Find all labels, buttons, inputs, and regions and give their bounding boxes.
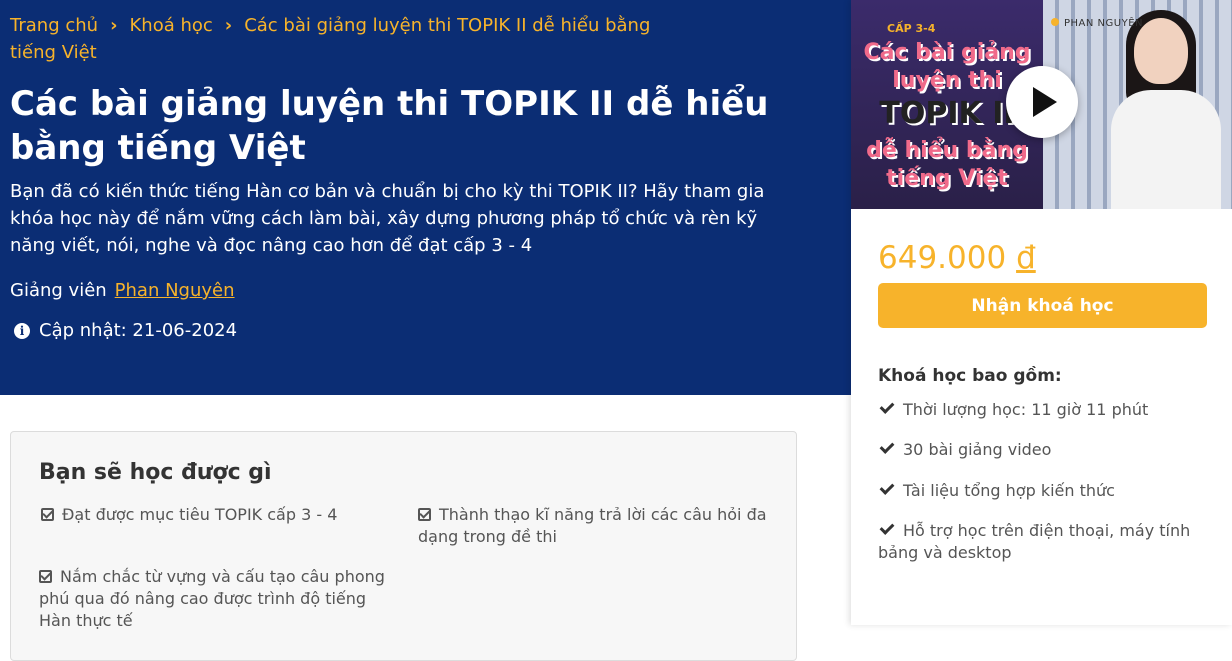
purchase-sidebar: CẤP 3-4 Các bài giảng luyện thi TOPIK II… (851, 0, 1232, 625)
info-icon: i (14, 323, 30, 339)
includes-item: Hỗ trợ học trên điện thoại, máy tính bản… (878, 520, 1208, 564)
breadcrumb-current-link[interactable]: Các bài giảng luyện thi TOPIK II dễ hiểu… (10, 15, 650, 63)
thumbnail-title-line: Các bài giảng (863, 40, 1031, 65)
course-hero: Trang chủ › Khoá học › Các bài giảng luyện t… (0, 0, 851, 395)
instructor-photo (1101, 10, 1221, 209)
breadcrumb: Trang chủ › Khoá học › Các bài giảng luyện t… (10, 12, 700, 66)
chevron-right-icon: › (224, 15, 233, 36)
price-amount: 649.000 (878, 240, 1007, 276)
checkbox-checked-icon (418, 508, 431, 521)
checkmark-icon (879, 520, 895, 535)
breadcrumb-courses-link[interactable]: Khoá học (129, 15, 212, 36)
learn-outcomes-box: Bạn sẽ học được gì Đạt được mục tiêu TOP… (10, 431, 797, 661)
learn-outcomes-title: Bạn sẽ học được gì (39, 460, 272, 485)
includes-item: Thời lượng học: 11 giờ 11 phút (878, 399, 1208, 421)
includes-item-text: Thời lượng học: 11 giờ 11 phút (903, 400, 1149, 419)
checkmark-icon (879, 480, 895, 495)
learn-item-text: Thành thạo kĩ năng trả lời các câu hỏi đ… (418, 505, 767, 546)
checkmark-icon (879, 439, 895, 454)
updated-row: i Cập nhật: 21-06-2024 (14, 318, 237, 344)
play-icon[interactable] (1006, 66, 1078, 138)
includes-item-text: Hỗ trợ học trên điện thoại, máy tính bản… (878, 521, 1191, 562)
checkbox-checked-icon (41, 508, 54, 521)
chevron-right-icon: › (110, 15, 118, 36)
includes-item: 30 bài giảng video (878, 439, 1208, 461)
checkmark-icon (879, 399, 895, 414)
includes-title: Khoá học bao gồm: (878, 366, 1062, 386)
learn-item-text: Đạt được mục tiêu TOPIK cấp 3 - 4 (62, 505, 338, 524)
price-currency: đ (1016, 240, 1036, 276)
includes-item-text: 30 bài giảng video (903, 440, 1052, 459)
updated-date: Cập nhật: 21-06-2024 (39, 320, 238, 341)
learn-item-text: Nắm chắc từ vựng và cấu tạo câu phong ph… (39, 567, 385, 630)
includes-item-text: Tài liệu tổng hợp kiến thức (903, 481, 1115, 500)
includes-item: Tài liệu tổng hợp kiến thức (878, 480, 1208, 502)
instructor-label: Giảng viên (10, 280, 107, 301)
instructor-row: Giảng viên Phan Nguyên (10, 278, 235, 304)
instructor-link[interactable]: Phan Nguyên (115, 280, 235, 301)
enroll-button[interactable]: Nhận khoá học (878, 283, 1207, 328)
thumbnail-title-line: tiếng Việt (886, 166, 1008, 191)
course-title: Các bài giảng luyện thi TOPIK II dễ hiểu… (10, 84, 769, 168)
thumbnail-level: CẤP 3-4 (887, 22, 936, 35)
learn-item: Nắm chắc từ vựng và cấu tạo câu phong ph… (39, 566, 394, 632)
thumbnail-author: PHAN NGUYÊN (1051, 18, 1143, 29)
thumbnail-title-line: dễ hiểu bằng (866, 138, 1028, 163)
learn-item: Đạt được mục tiêu TOPIK cấp 3 - 4 (41, 504, 381, 526)
breadcrumb-home-link[interactable]: Trang chủ (10, 15, 98, 36)
learn-item: Thành thạo kĩ năng trả lời các câu hỏi đ… (418, 504, 778, 548)
course-price: 649.000 đ (878, 240, 1036, 276)
checkbox-checked-icon (39, 570, 52, 583)
course-description: Bạn đã có kiến thức tiếng Hàn cơ bản và … (10, 181, 765, 256)
course-preview-video[interactable]: CẤP 3-4 Các bài giảng luyện thi TOPIK II… (851, 0, 1232, 209)
